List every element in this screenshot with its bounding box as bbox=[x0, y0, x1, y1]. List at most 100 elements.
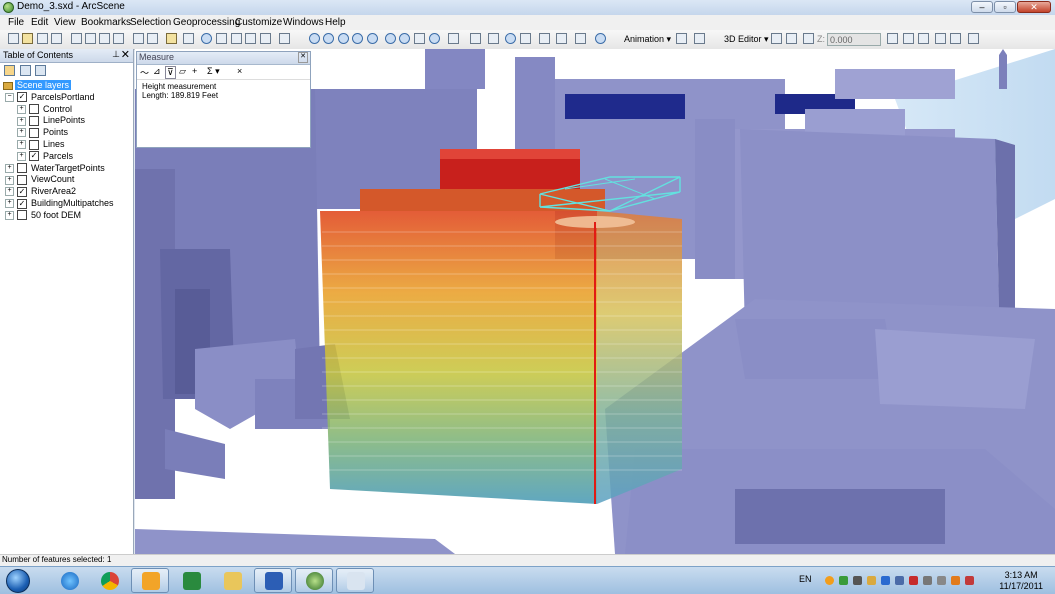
python-window-icon[interactable] bbox=[260, 33, 271, 44]
expand-toggle[interactable]: + bbox=[5, 210, 14, 220]
toc-layer-row[interactable]: + ✓ BuildingMultipatches bbox=[5, 197, 114, 209]
language-indicator[interactable]: EN bbox=[799, 574, 812, 584]
undo-icon[interactable] bbox=[133, 33, 144, 44]
editor-toolbar-icon[interactable] bbox=[968, 33, 979, 44]
measure-line-icon[interactable]: 〜 bbox=[140, 66, 149, 79]
taskbar-outlook[interactable] bbox=[131, 568, 169, 593]
layer-visibility-checkbox[interactable]: ✓ bbox=[29, 151, 39, 162]
expand-toggle[interactable]: + bbox=[5, 187, 14, 197]
tray-bluetooth-icon[interactable] bbox=[881, 576, 890, 585]
scene-properties-icon[interactable] bbox=[183, 33, 194, 44]
print-icon[interactable] bbox=[51, 33, 62, 44]
copy-icon[interactable] bbox=[85, 33, 96, 44]
layout-window-icon[interactable] bbox=[935, 33, 946, 44]
toc-layer-row[interactable]: + WaterTargetPoints bbox=[5, 162, 105, 174]
tray-app-icon[interactable] bbox=[839, 576, 848, 585]
menu-help[interactable]: Help bbox=[325, 17, 346, 28]
expand-fov-icon[interactable] bbox=[470, 33, 481, 44]
expand-toggle[interactable]: + bbox=[17, 140, 26, 150]
toc-layer-row[interactable]: − ✓ ParcelsPortland bbox=[5, 91, 95, 103]
tray-security-icon[interactable] bbox=[909, 576, 918, 585]
add-data-icon[interactable] bbox=[166, 33, 177, 44]
maximize-button[interactable]: ▫ bbox=[994, 1, 1016, 13]
redo-icon[interactable] bbox=[147, 33, 158, 44]
tray-folder-icon[interactable] bbox=[867, 576, 876, 585]
swipe-icon[interactable] bbox=[575, 33, 586, 44]
tray-update-icon[interactable] bbox=[825, 576, 834, 585]
new-document-icon[interactable] bbox=[8, 33, 19, 44]
zoom-to-target-icon[interactable] bbox=[352, 33, 363, 44]
identify-icon[interactable] bbox=[505, 33, 516, 44]
clear-measure-icon[interactable]: × bbox=[237, 66, 242, 76]
layer-visibility-checkbox[interactable] bbox=[29, 116, 39, 127]
catalog-window-icon[interactable] bbox=[216, 33, 227, 44]
toc-close-icon[interactable]: ✕ bbox=[121, 48, 130, 61]
expand-toggle[interactable]: − bbox=[5, 92, 14, 102]
layer-visibility-checkbox[interactable] bbox=[17, 210, 27, 221]
toc-layer-row[interactable]: + ✓ RiverArea2 bbox=[5, 185, 76, 197]
measure-icon[interactable] bbox=[556, 33, 567, 44]
layer-visibility-checkbox[interactable] bbox=[29, 104, 39, 115]
measure-surface-icon[interactable]: ▱ bbox=[179, 66, 186, 77]
taskbar-chrome[interactable] bbox=[90, 568, 128, 593]
toc-layer-row[interactable]: Scene layers bbox=[3, 79, 72, 91]
close-button[interactable]: ✕ bbox=[1017, 1, 1051, 13]
taskbar-excel[interactable] bbox=[172, 568, 210, 593]
toolbox-icon[interactable] bbox=[245, 33, 256, 44]
move-icon[interactable] bbox=[903, 33, 914, 44]
toc-layer-row[interactable]: + ViewCount bbox=[5, 173, 74, 186]
tray-power-icon[interactable] bbox=[937, 576, 946, 585]
z-value-input[interactable]: 0.000 bbox=[827, 33, 881, 46]
paste-icon[interactable] bbox=[99, 33, 110, 44]
layer-visibility-checkbox[interactable] bbox=[17, 163, 27, 174]
taskbar-arcscene[interactable] bbox=[295, 568, 333, 593]
menu-geoprocessing[interactable]: Geoprocessing bbox=[173, 17, 240, 28]
select-features-icon[interactable] bbox=[488, 33, 499, 44]
expand-toggle[interactable]: + bbox=[5, 199, 14, 209]
expand-toggle[interactable]: + bbox=[17, 116, 26, 126]
toc-layer-row[interactable]: + ✓ Parcels bbox=[17, 150, 73, 162]
find-icon[interactable] bbox=[539, 33, 550, 44]
list-by-source-icon[interactable] bbox=[20, 65, 31, 76]
toc-layer-row[interactable]: + Points bbox=[17, 126, 68, 138]
toc-window-icon[interactable] bbox=[201, 33, 212, 44]
fly-icon[interactable] bbox=[323, 33, 334, 44]
tray-flag-icon[interactable] bbox=[923, 576, 932, 585]
layer-visibility-checkbox[interactable]: ✓ bbox=[17, 186, 27, 197]
taskbar-paint[interactable] bbox=[336, 568, 374, 593]
expand-toggle[interactable]: + bbox=[17, 151, 26, 161]
3d-editor-menu[interactable]: 3D Editor ▾ bbox=[724, 34, 769, 45]
edit-tool-icon[interactable] bbox=[771, 33, 782, 44]
measure-vertical-icon[interactable]: ⊿ bbox=[153, 66, 161, 77]
tray-network-icon[interactable] bbox=[853, 576, 862, 585]
animation-menu[interactable]: Animation ▾ bbox=[624, 34, 671, 45]
taskbar-word[interactable] bbox=[254, 568, 292, 593]
layer-visibility-checkbox[interactable]: ✓ bbox=[17, 92, 27, 103]
save-icon[interactable] bbox=[37, 33, 48, 44]
zoom-in-icon[interactable] bbox=[385, 33, 396, 44]
cut-icon[interactable] bbox=[71, 33, 82, 44]
taskbar-explorer[interactable] bbox=[213, 568, 251, 593]
zoom-out-icon[interactable] bbox=[399, 33, 410, 44]
edit-vertices-icon[interactable] bbox=[803, 33, 814, 44]
menu-selection[interactable]: Selection bbox=[130, 17, 171, 28]
layer-visibility-checkbox[interactable] bbox=[17, 175, 27, 186]
menu-edit[interactable]: Edit bbox=[31, 17, 48, 28]
html-popup-icon[interactable] bbox=[520, 33, 531, 44]
layer-visibility-checkbox[interactable] bbox=[29, 139, 39, 150]
search-window-icon[interactable] bbox=[231, 33, 242, 44]
clock[interactable]: 3:13 AM 11/17/2011 bbox=[999, 570, 1043, 592]
measure-height-icon[interactable]: ⊽ bbox=[165, 66, 176, 79]
capture-view-icon[interactable] bbox=[676, 33, 687, 44]
full-extent-icon[interactable] bbox=[429, 33, 440, 44]
sketch-play-icon[interactable] bbox=[786, 33, 797, 44]
edit-annotation-icon[interactable] bbox=[887, 33, 898, 44]
minimize-button[interactable]: – bbox=[971, 1, 993, 13]
list-by-drawing-order-icon[interactable] bbox=[4, 65, 15, 76]
measure-feature-icon[interactable]: + bbox=[192, 66, 197, 76]
menu-bookmarks[interactable]: Bookmarks bbox=[81, 17, 131, 28]
start-button[interactable] bbox=[6, 569, 30, 593]
pin-icon[interactable]: ⊥ bbox=[112, 49, 120, 60]
graph-icon[interactable] bbox=[950, 33, 961, 44]
menu-file[interactable]: File bbox=[8, 17, 24, 28]
